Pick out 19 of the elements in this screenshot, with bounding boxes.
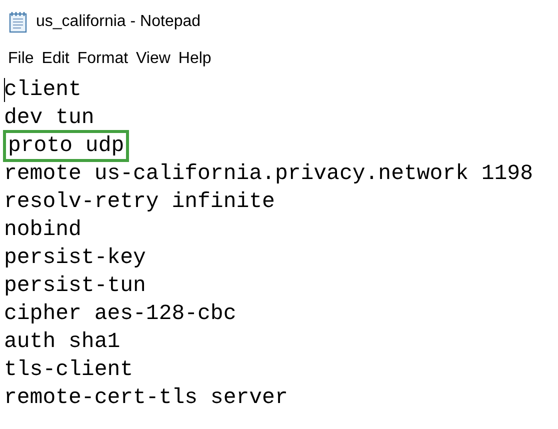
text-line: dev tun bbox=[4, 105, 94, 132]
menu-item[interactable]: View bbox=[132, 45, 174, 73]
text-line: resolv-retry infinite bbox=[4, 189, 275, 216]
notepad-icon bbox=[8, 11, 28, 33]
text-line: auth sha1 bbox=[4, 329, 120, 356]
text-line: cipher aes-128-cbc bbox=[4, 301, 236, 328]
text-line: client bbox=[4, 77, 82, 104]
text-editor[interactable]: client dev tun proto udp remote us-california.privacy.network 1198 resolv-retry infinite nobind persist-key persist-tun cipher aes-128-cbc auth sha1 tls-client remote-cert-tls server bbox=[0, 74, 558, 429]
text-line: nobind bbox=[4, 217, 82, 244]
menu-item[interactable]: Edit bbox=[38, 45, 74, 73]
text-line: remote us-california.privacy.network 1198 bbox=[4, 161, 533, 188]
text-line: persist-key bbox=[4, 245, 146, 272]
text-line: persist-tun bbox=[4, 273, 146, 300]
menu-item[interactable]: Format bbox=[73, 45, 132, 73]
window-title: us_california - Notepad bbox=[36, 12, 201, 32]
text-line: tls-client bbox=[4, 357, 134, 384]
text-line: remote-cert-tls server bbox=[4, 385, 288, 412]
menu-item[interactable]: Help bbox=[174, 45, 216, 73]
menu-item[interactable]: File bbox=[4, 45, 38, 73]
